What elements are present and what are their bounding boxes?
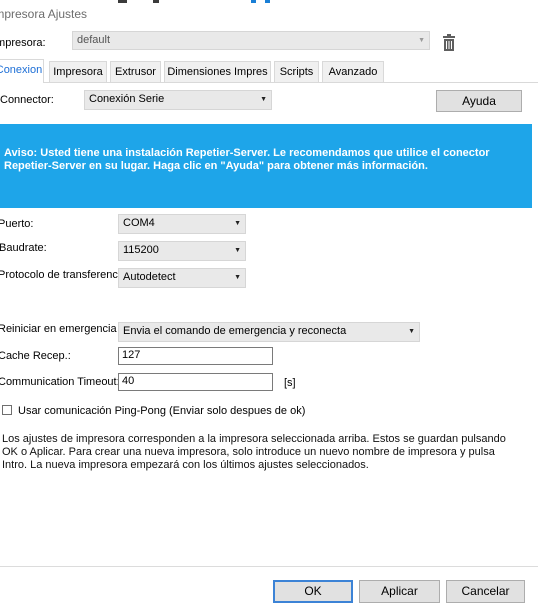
protocol-label: Protocolo de transferencia: [0,269,118,281]
chevron-down-icon: ▼ [260,96,267,103]
reset-emergency-select-value: Envia el comando de emergencia y reconec… [123,325,347,337]
connector-select-value: Conexión Serie [89,93,165,105]
window-title: Impresora Ajustes [0,7,88,21]
title-bar-decoration [153,0,159,3]
cache-input[interactable]: 127 [118,347,273,365]
timeout-unit: [s] [284,377,296,389]
title-bar-decoration [251,0,256,3]
repetier-server-warning: Aviso: Usted tiene una instalación Repet… [0,124,532,208]
tab-impresora[interactable]: Impresora [49,61,107,82]
baudrate-select-value: 115200 [123,244,159,256]
title-bar-decoration [118,0,127,3]
chevron-down-icon: ▼ [234,247,241,254]
info-text: Los ajustes de impresora corresponden a … [2,433,506,471]
timeout-label: Communication Timeout: [0,376,120,388]
connector-select[interactable]: Conexión Serie ▼ [84,90,272,110]
pingpong-label[interactable]: Usar comunicación Ping-Pong (Enviar solo… [18,405,305,417]
cancel-button[interactable]: Cancelar [446,580,525,603]
protocol-select-value: Autodetect [123,271,176,283]
footer-separator [0,566,538,567]
protocol-select[interactable]: Autodetect ▼ [118,268,246,288]
tab-avanzado[interactable]: Avanzado [322,61,384,82]
timeout-input[interactable]: 40 [118,373,273,391]
port-select-value: COM4 [123,217,155,229]
help-button[interactable]: Ayuda [436,90,522,112]
title-bar-decoration [265,0,270,3]
ok-button[interactable]: OK [273,580,353,603]
baudrate-select[interactable]: 115200 ▼ [118,241,246,261]
port-select[interactable]: COM4 ▼ [118,214,246,234]
reset-emergency-label: Reiniciar en emergencia [0,323,117,335]
settings-tabs: Conexion Impresora Extrusor Dimensiones … [0,59,538,83]
printer-select-value: default [77,34,111,46]
tab-strip-line [0,82,538,83]
tab-extrusor[interactable]: Extrusor [110,61,161,82]
tab-scripts[interactable]: Scripts [274,61,319,82]
printer-label: Impresora: [0,37,46,49]
chevron-down-icon: ▼ [234,220,241,227]
reset-emergency-select[interactable]: Envia el comando de emergencia y reconec… [118,322,420,342]
baudrate-label: Baudrate: [0,242,47,254]
tab-dimensiones[interactable]: Dimensiones Impres [164,61,271,82]
chevron-down-icon: ▼ [418,37,425,44]
connector-label: Connector: [0,94,54,106]
cache-label: Cache Recep.: [0,350,71,362]
tab-conexion[interactable]: Conexion [0,59,44,83]
printer-select[interactable]: default ▼ [72,31,430,50]
chevron-down-icon: ▼ [234,274,241,281]
pingpong-checkbox[interactable] [2,405,12,415]
chevron-down-icon: ▼ [408,328,415,335]
port-label: Puerto: [0,218,34,230]
trash-icon[interactable] [441,34,457,52]
warning-text: Aviso: Usted tiene una instalación Repet… [4,147,490,172]
apply-button[interactable]: Aplicar [359,580,440,603]
